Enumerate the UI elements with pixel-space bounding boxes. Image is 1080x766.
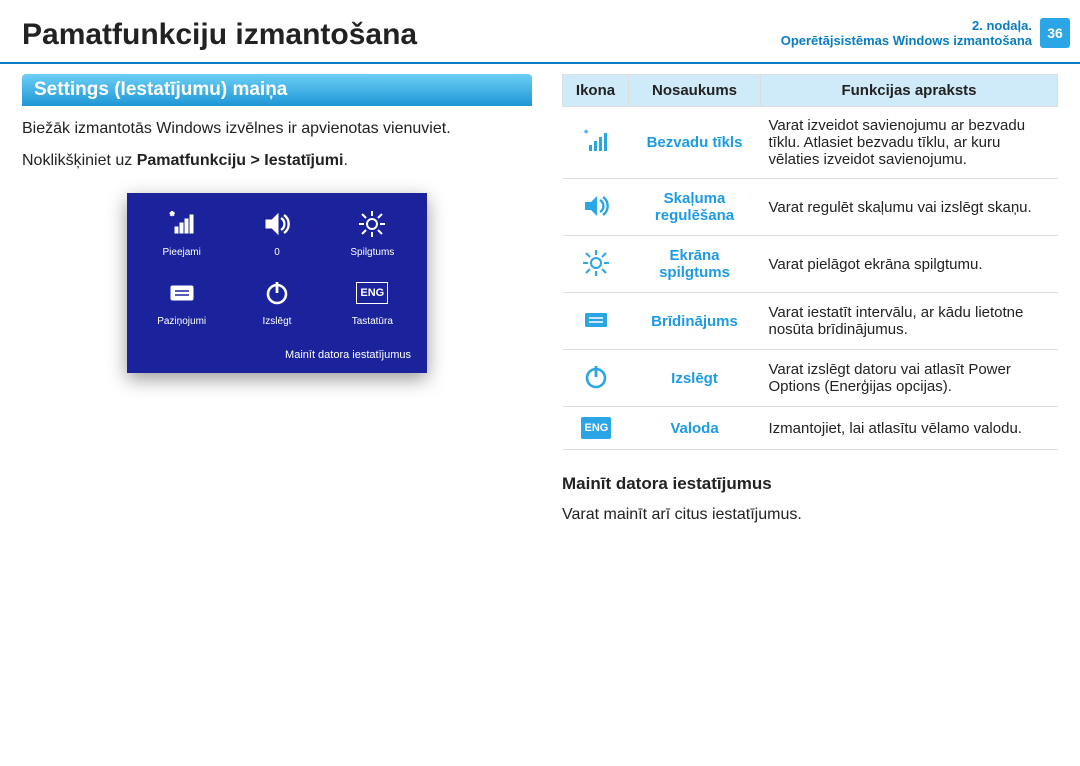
page-number: 36 (1040, 18, 1070, 48)
charm-keyboard[interactable]: ENG Tastatūra (328, 276, 417, 327)
intro-para-2-prefix: Noklikšķiniet uz (22, 152, 137, 169)
row-name: Izslēgt (629, 350, 761, 407)
page-title: Pamatfunkciju izmantošana (22, 18, 417, 52)
row-name: Valoda (629, 407, 761, 450)
intro-para-1: Biežāk izmantotās Windows izvēlnes ir ap… (22, 118, 532, 140)
row-desc: Varat pielāgot ekrāna spilgtumu. (761, 236, 1058, 293)
charm-wifi-label: Pieejami (162, 247, 200, 258)
table-row: Izslēgt Varat izslēgt datoru vai atlasīt… (563, 350, 1058, 407)
row-name: Ekrāna spilgtums (629, 236, 761, 293)
subsection-para: Varat mainīt arī citus iestatījumus. (562, 504, 1058, 526)
subsection-heading: Mainīt datora iestatījumus (562, 474, 1058, 494)
charm-notifications[interactable]: Paziņojumi (137, 276, 226, 327)
wifi-icon (165, 207, 199, 241)
volume-icon (579, 189, 613, 223)
keyboard-icon: ENG (355, 276, 389, 310)
table-row: Brīdinājums Varat iestatīt intervālu, ar… (563, 293, 1058, 350)
notifications-icon (165, 276, 199, 310)
power-icon (579, 360, 613, 394)
volume-icon (260, 207, 294, 241)
row-desc: Varat izslēgt datoru vai atlasīt Power O… (761, 350, 1058, 407)
charm-brightness-label: Spilgtums (350, 247, 394, 258)
charm-notifications-label: Paziņojumi (157, 316, 206, 327)
table-row: Ekrāna spilgtums Varat pielāgot ekrāna s… (563, 236, 1058, 293)
eng-label: ENG (356, 282, 388, 304)
power-icon (260, 276, 294, 310)
row-name: Bezvadu tīkls (629, 107, 761, 179)
notifications-icon (579, 303, 613, 337)
table-row: Skaļuma regulēšana Varat regulēt skaļumu… (563, 179, 1058, 236)
row-desc: Izmantojiet, lai atlasītu vēlamo valodu. (761, 407, 1058, 450)
page-header: Pamatfunkciju izmantošana 2. nodaļa. Ope… (0, 0, 1080, 64)
row-desc: Varat regulēt skaļumu vai izslēgt skaņu. (761, 179, 1058, 236)
row-name: Skaļuma regulēšana (629, 179, 761, 236)
table-row: ENG Valoda Izmantojiet, lai atlasītu vēl… (563, 407, 1058, 450)
brightness-icon (355, 207, 389, 241)
th-desc: Funkcijas apraksts (761, 75, 1058, 107)
intro-para-2-bold: Pamatfunkciju > Iestatījumi (137, 152, 344, 169)
th-name: Nosaukums (629, 75, 761, 107)
charms-settings-panel: Pieejami 0 Spilgtums Paziņojumi Izslēgt (127, 193, 427, 373)
language-eng-icon: ENG (581, 417, 611, 439)
chapter-title: Operētājsistēmas Windows izmantošana (781, 33, 1032, 48)
intro-para-2-suffix: . (343, 152, 347, 169)
brightness-icon (579, 246, 613, 280)
wifi-icon (579, 125, 613, 159)
change-pc-settings-link[interactable]: Mainīt datora iestatījumus (137, 349, 417, 361)
table-row: Bezvadu tīkls Varat izveidot savienojumu… (563, 107, 1058, 179)
section-heading: Settings (Iestatījumu) maiņa (22, 74, 532, 106)
intro-para-2: Noklikšķiniet uz Pamatfunkciju > Iestatī… (22, 150, 532, 172)
row-desc: Varat iestatīt intervālu, ar kādu lietot… (761, 293, 1058, 350)
chapter-number: 2. nodaļa. (781, 18, 1032, 33)
charm-brightness[interactable]: Spilgtums (328, 207, 417, 258)
charm-power-label: Izslēgt (263, 316, 292, 327)
row-name: Brīdinājums (629, 293, 761, 350)
charm-volume[interactable]: 0 (232, 207, 321, 258)
row-desc: Varat izveidot savienojumu ar bezvadu tī… (761, 107, 1058, 179)
charm-keyboard-label: Tastatūra (352, 316, 393, 327)
charm-power[interactable]: Izslēgt (232, 276, 321, 327)
settings-table: Ikona Nosaukums Funkcijas apraksts Bezva… (562, 74, 1058, 450)
header-meta: 2. nodaļa. Operētājsistēmas Windows izma… (781, 18, 1070, 48)
charm-volume-label: 0 (274, 247, 280, 258)
th-icon: Ikona (563, 75, 629, 107)
charm-wifi[interactable]: Pieejami (137, 207, 226, 258)
